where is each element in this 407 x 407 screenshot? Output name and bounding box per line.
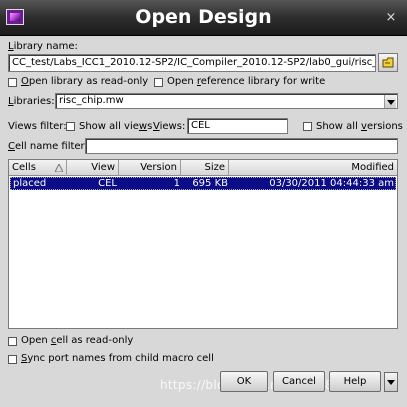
open-read-only-checkbox[interactable] [8,78,17,87]
help-button[interactable]: Help [329,371,381,392]
library-name-label: Library name: [8,41,78,52]
row-size: 695 KB [192,178,228,189]
ref-library-write-label: Open reference library for write [167,76,326,87]
cancel-button[interactable]: Cancel [273,371,325,392]
open-read-only-label: Open library as read-only [21,76,149,87]
open-cell-read-only-checkbox[interactable] [8,337,17,346]
libraries-label: Libraries: [8,96,55,107]
row-cell: placed [13,178,47,189]
header-view[interactable]: View [67,160,119,176]
ok-button[interactable]: OK [220,371,268,392]
title-bar: Open Design × [0,0,407,36]
show-all-views-label: Show all views [79,121,153,132]
cells-table[interactable]: Cells View Version Size Modified placed … [8,159,398,329]
libraries-value: risc_chip.mw [59,95,124,106]
browse-button[interactable] [378,53,398,72]
views-input[interactable]: CEL [187,118,288,134]
row-modified: 03/30/2011 04:44:33 am [269,178,394,189]
views-label: Views: [153,121,186,132]
show-all-views-checkbox[interactable] [66,122,75,131]
window-title: Open Design [135,6,272,28]
show-all-versions-label: Show all versions [316,121,403,132]
more-options-button[interactable] [384,372,398,392]
open-cell-read-only-label: Open cell as read-only [21,335,134,346]
sync-port-names-checkbox[interactable] [8,355,17,364]
sort-arrow-icon [55,164,63,172]
header-cells[interactable]: Cells [9,160,67,176]
dropdown-arrow-icon[interactable] [384,95,396,108]
row-view: CEL [98,178,117,189]
header-modified[interactable]: Modified [229,160,397,176]
ref-library-write-checkbox[interactable] [154,78,163,87]
library-name-input[interactable]: CC_test/Labs_ICC1_2010.12-SP2/IC_Compile… [8,54,376,72]
folder-browse-icon [382,57,394,68]
libraries-dropdown[interactable]: risc_chip.mw [55,93,398,109]
table-header: Cells View Version Size Modified [9,160,397,176]
show-all-versions-checkbox[interactable] [303,122,312,131]
close-icon[interactable]: × [383,10,399,26]
cell-name-filter-input[interactable] [85,138,398,154]
row-version: 1 [173,178,180,189]
cell-name-filter-label: Cell name filter: [8,141,88,152]
header-size[interactable]: Size [181,160,229,176]
table-row[interactable]: placed CEL 1 695 KB 03/30/2011 04:44:33 … [10,177,396,190]
sync-port-names-label: Sync port names from child macro cell [21,353,214,364]
views-filter-label: Views filter: [8,121,67,132]
header-version[interactable]: Version [119,160,181,176]
